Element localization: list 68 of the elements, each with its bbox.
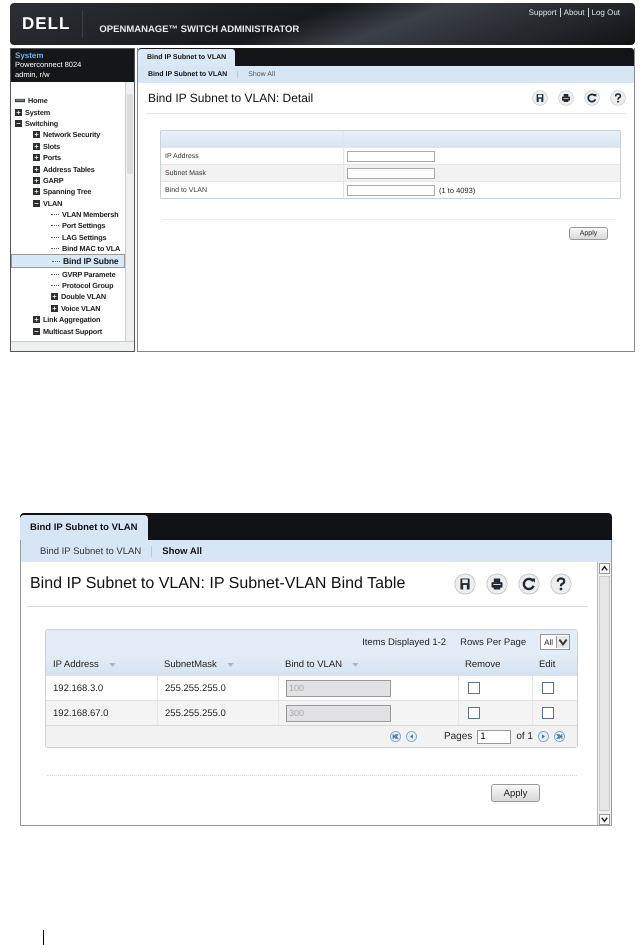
input-field[interactable] (347, 168, 435, 178)
app-title: OPENMANAGE™ SWITCH ADMINISTRATOR (99, 24, 300, 34)
scroll-down-icon[interactable] (599, 814, 610, 825)
dropdown-icon (556, 636, 569, 648)
rows-per-page-label: Rows Per Page (460, 636, 526, 648)
subtab[interactable]: Show All (151, 546, 212, 556)
expand-icon[interactable] (51, 304, 58, 312)
page-field[interactable]: 1 (477, 730, 512, 744)
home-icon (15, 98, 25, 104)
scrollbar[interactable] (125, 82, 134, 341)
save-icon[interactable] (454, 573, 476, 595)
remove-checkbox[interactable] (468, 707, 480, 719)
column-header: Edit (538, 659, 556, 670)
help-icon[interactable] (610, 90, 626, 106)
next-page-icon[interactable] (538, 731, 549, 742)
tree-item[interactable]: Bind IP Subne (11, 254, 125, 268)
expand-icon[interactable] (33, 142, 40, 150)
last-page-icon[interactable] (554, 731, 565, 742)
expand-icon[interactable] (33, 154, 40, 162)
edit-checkbox[interactable] (542, 682, 554, 694)
subtab[interactable]: Bind IP Subnet to VLAN (30, 546, 152, 556)
table-cell-text: 192.168.3.0 (52, 682, 104, 696)
page-heading: Bind IP Subnet to VLAN: IP Subnet-VLAN Bind Table (30, 575, 406, 593)
page-count: of 1 (516, 731, 533, 742)
rows-per-page-select[interactable]: All (540, 634, 570, 650)
header-link[interactable]: Support (526, 8, 560, 17)
expand-icon[interactable] (51, 293, 58, 300)
pages-label: Pages (444, 731, 472, 742)
input-field[interactable] (347, 150, 435, 162)
header-link[interactable]: Log Out (588, 8, 623, 17)
refresh-icon[interactable] (518, 573, 540, 595)
help-icon[interactable] (550, 573, 572, 595)
table-cell-text: 192.168.67.0 (52, 706, 110, 720)
column-header: Remove (464, 659, 502, 670)
scrollbar[interactable] (597, 562, 611, 825)
input-field[interactable] (347, 184, 435, 196)
scroll-up-icon[interactable] (599, 563, 610, 574)
tab[interactable]: Bind IP Subnet to VLAN (20, 515, 148, 540)
collapse-icon[interactable] (33, 328, 40, 335)
expand-icon[interactable] (33, 188, 40, 196)
refresh-icon[interactable] (584, 90, 600, 106)
sort-icon (226, 662, 234, 666)
sort-icon (108, 662, 116, 666)
horizontal-scrollbar[interactable] (11, 341, 134, 351)
remove-checkbox[interactable] (468, 682, 480, 694)
header-link[interactable]: About (560, 8, 588, 17)
system-label: System (15, 51, 44, 60)
print-icon[interactable] (486, 573, 508, 595)
column-header[interactable]: SubnetMask (157, 659, 278, 670)
expand-icon[interactable] (33, 176, 40, 184)
column-header[interactable]: IP Address (46, 659, 157, 670)
expand-icon[interactable] (33, 131, 40, 138)
expand-icon[interactable] (15, 108, 22, 116)
previous-page-icon[interactable] (406, 731, 417, 742)
items-count: Items Displayed 1-2 (362, 636, 446, 648)
expand-icon[interactable] (33, 166, 40, 173)
expand-icon[interactable] (33, 316, 40, 324)
logo: DELL (10, 10, 84, 38)
sort-icon (352, 662, 360, 666)
apply-button[interactable]: Apply (491, 784, 540, 802)
page-heading: Bind IP Subnet to VLAN: Detail (148, 91, 314, 105)
save-icon[interactable] (532, 90, 548, 106)
first-page-icon[interactable] (390, 731, 401, 742)
column-header[interactable]: Bind to VLAN (278, 659, 458, 670)
collapse-icon[interactable] (15, 120, 22, 127)
edit-checkbox[interactable] (542, 707, 554, 719)
collapse-icon[interactable] (33, 200, 40, 207)
print-icon[interactable] (558, 90, 574, 106)
